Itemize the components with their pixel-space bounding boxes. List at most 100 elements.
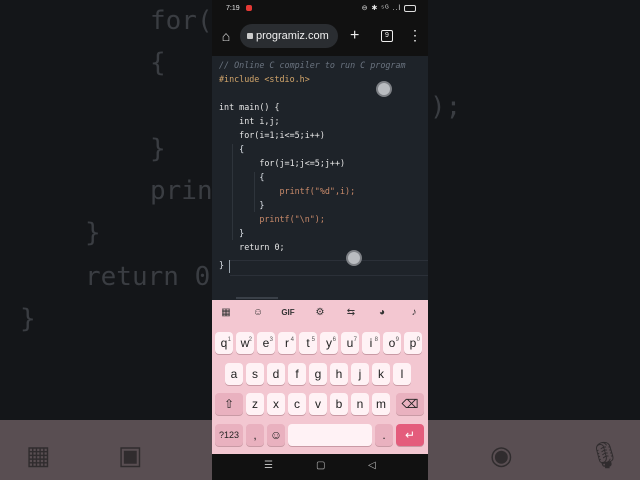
key-letter: q bbox=[220, 336, 228, 350]
key-c[interactable]: c bbox=[288, 393, 306, 415]
back-icon[interactable]: ◁ bbox=[368, 460, 376, 471]
microphone-icon: 🎙 bbox=[588, 440, 622, 470]
new-tab-button[interactable]: + bbox=[350, 27, 359, 45]
palette-icon[interactable]: ◕ bbox=[374, 306, 390, 320]
key-e[interactable]: e3 bbox=[257, 332, 275, 354]
key-i[interactable]: i8 bbox=[362, 332, 380, 354]
code-line-10: printf("%d",i); bbox=[219, 186, 356, 196]
key-number-hint: 0 bbox=[416, 337, 420, 343]
status-indicators: ⊖ ✱ ⁵ᴳ ..l bbox=[361, 5, 402, 12]
key-p[interactable]: p0 bbox=[404, 332, 422, 354]
key-b[interactable]: b bbox=[330, 393, 348, 415]
lock-icon bbox=[247, 33, 253, 40]
key-n[interactable]: n bbox=[351, 393, 369, 415]
code-line-2: #include <stdio.h> bbox=[219, 74, 310, 84]
key-number-hint: 2 bbox=[248, 337, 252, 343]
shift-key[interactable]: ⇧ bbox=[215, 393, 243, 415]
code-line-13: } bbox=[219, 228, 245, 238]
key-letter: e bbox=[262, 336, 270, 350]
key-letter: y bbox=[326, 336, 332, 350]
backspace-key[interactable]: ⌫ bbox=[396, 393, 424, 415]
apps-grid-icon[interactable]: ▦ bbox=[218, 306, 234, 320]
key-q[interactable]: q1 bbox=[215, 332, 233, 354]
url-text: programiz.com bbox=[256, 30, 329, 42]
bg-code-line: for( bbox=[150, 6, 213, 36]
period-key[interactable]: . bbox=[375, 424, 393, 446]
key-y[interactable]: y6 bbox=[320, 332, 338, 354]
space-key[interactable] bbox=[288, 424, 372, 446]
recording-icon bbox=[246, 5, 252, 11]
status-icons: ⊖ ✱ ⁵ᴳ ..l bbox=[362, 4, 416, 12]
key-number-hint: 6 bbox=[332, 337, 336, 343]
microphone-icon[interactable]: ♪ bbox=[406, 306, 422, 320]
bg-code-line: } bbox=[20, 304, 36, 334]
key-letter: t bbox=[306, 336, 310, 350]
home-icon[interactable]: ⌂ bbox=[218, 28, 234, 44]
touch-indicator bbox=[376, 81, 392, 97]
system-nav-bar: ☰ ▢ ◁ bbox=[212, 454, 428, 480]
key-number-hint: 1 bbox=[227, 337, 231, 343]
key-letter: o bbox=[388, 336, 396, 350]
bg-code-line: } bbox=[85, 218, 101, 248]
key-t[interactable]: t5 bbox=[299, 332, 317, 354]
settings-gear-icon[interactable]: ⚙ bbox=[312, 306, 328, 320]
key-letter: r bbox=[285, 336, 289, 350]
symbols-key[interactable]: ?123 bbox=[215, 424, 243, 446]
comma-key[interactable]: , bbox=[246, 424, 264, 446]
key-x[interactable]: x bbox=[267, 393, 285, 415]
key-k[interactable]: k bbox=[372, 363, 390, 385]
bg-code-line: { bbox=[150, 48, 166, 78]
sticker-icon[interactable]: ☺ bbox=[250, 306, 266, 320]
sticker-icon: ▣ bbox=[118, 440, 143, 470]
tab-switcher-button[interactable]: 9 bbox=[381, 30, 393, 42]
key-s[interactable]: s bbox=[246, 363, 264, 385]
code-line-7: { bbox=[219, 144, 245, 154]
phone-screen: 7:19 ⊖ ✱ ⁵ᴳ ..l ⌂ programiz.com + 9 ⋮ //… bbox=[212, 0, 428, 480]
battery-icon bbox=[404, 4, 416, 12]
horizontal-scrollbar[interactable] bbox=[236, 297, 278, 299]
key-f[interactable]: f bbox=[288, 363, 306, 385]
bg-code-line: return 0 bbox=[85, 262, 211, 292]
key-j[interactable]: j bbox=[351, 363, 369, 385]
key-number-hint: 8 bbox=[374, 337, 378, 343]
key-l[interactable]: l bbox=[393, 363, 411, 385]
code-line-15: } bbox=[219, 260, 225, 270]
status-bar: 7:19 ⊖ ✱ ⁵ᴳ ..l bbox=[212, 0, 428, 18]
emoji-key[interactable]: ☺ bbox=[267, 424, 285, 446]
apps-icon: ▦ bbox=[26, 440, 51, 470]
key-v[interactable]: v bbox=[309, 393, 327, 415]
enter-key[interactable]: ↵ bbox=[396, 424, 424, 446]
address-bar[interactable]: programiz.com bbox=[240, 24, 338, 48]
code-line-8: for(j=1;j<=5;j++) bbox=[219, 158, 346, 168]
code-line-11: } bbox=[219, 200, 265, 210]
key-m[interactable]: m bbox=[372, 393, 390, 415]
key-u[interactable]: u7 bbox=[341, 332, 359, 354]
overflow-menu-icon[interactable]: ⋮ bbox=[408, 27, 422, 44]
code-line-6: for(i=1;i<=5;i++) bbox=[219, 130, 325, 140]
status-time: 7:19 bbox=[226, 5, 240, 12]
keyboard-toolbar: ▦ ☺ GIF ⚙ ⇆ ◕ ♪ bbox=[212, 300, 428, 326]
key-o[interactable]: o9 bbox=[383, 332, 401, 354]
key-w[interactable]: w2 bbox=[236, 332, 254, 354]
key-number-hint: 3 bbox=[269, 337, 273, 343]
keyboard: ▦ ☺ GIF ⚙ ⇆ ◕ ♪ q1 w2 e3 r4 t5 y6 u7 i8 … bbox=[212, 300, 428, 454]
bg-code-line: } bbox=[150, 134, 166, 164]
code-line-12: printf("\n"); bbox=[219, 214, 325, 224]
key-g[interactable]: g bbox=[309, 363, 327, 385]
text-caret bbox=[229, 260, 230, 273]
home-nav-icon[interactable]: ▢ bbox=[316, 460, 325, 471]
key-number-hint: 7 bbox=[353, 337, 357, 343]
code-line-4: int main() { bbox=[219, 102, 280, 112]
key-r[interactable]: r4 bbox=[278, 332, 296, 354]
translate-icon[interactable]: ⇆ bbox=[343, 306, 359, 320]
palette-icon: ◉ bbox=[490, 440, 513, 470]
key-z[interactable]: z bbox=[246, 393, 264, 415]
code-editor[interactable]: // Online C compiler to run C program #i… bbox=[212, 56, 428, 300]
key-d[interactable]: d bbox=[267, 363, 285, 385]
gif-button[interactable]: GIF bbox=[280, 306, 296, 320]
shift-icon: ⇧ bbox=[223, 397, 235, 411]
backspace-icon: ⌫ bbox=[401, 397, 419, 411]
recents-icon[interactable]: ☰ bbox=[264, 460, 273, 471]
key-h[interactable]: h bbox=[330, 363, 348, 385]
key-a[interactable]: a bbox=[225, 363, 243, 385]
